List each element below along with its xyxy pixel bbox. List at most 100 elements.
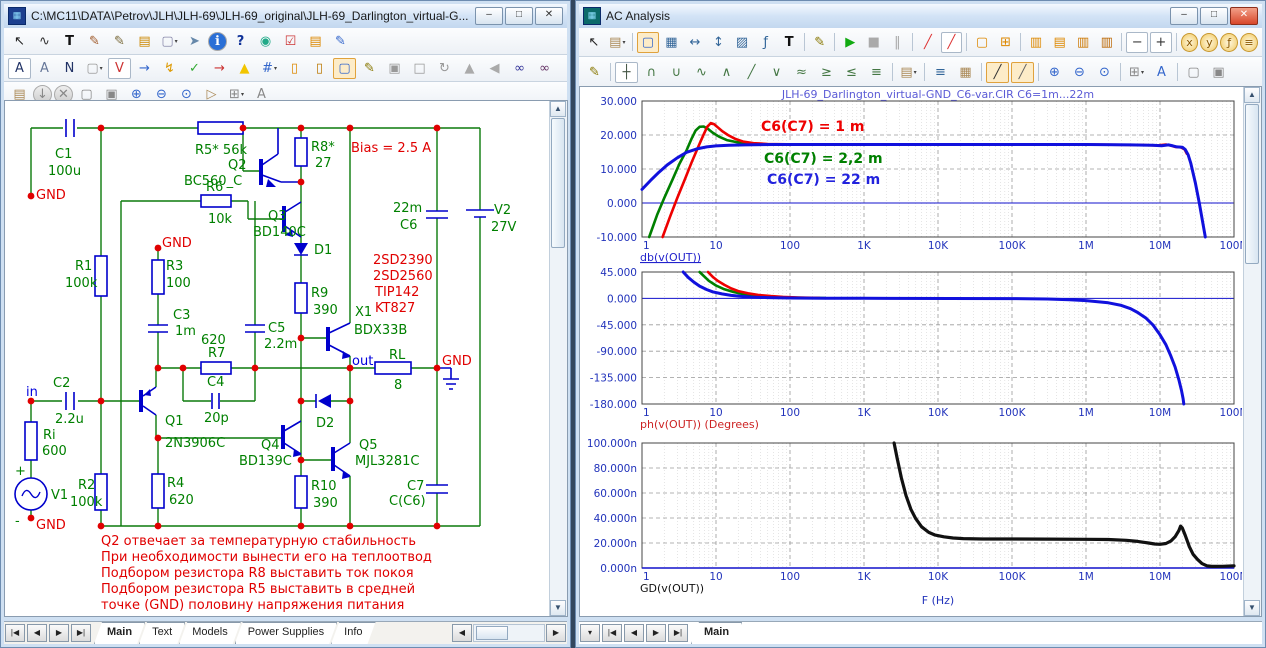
properties-tool-icon[interactable]: ✎ <box>809 32 831 53</box>
page-nav-button[interactable]: ◀ <box>27 624 47 642</box>
cursor-top-icon[interactable]: ≡ <box>865 62 888 83</box>
hscroll-left-icon[interactable]: ◀ <box>452 624 472 642</box>
tab-info[interactable]: Info <box>331 622 375 644</box>
slope-tool-icon[interactable]: ╱ <box>917 32 939 53</box>
node-voltages-icon[interactable]: V <box>108 58 131 79</box>
schematic-hscrollbar[interactable]: ◀ ▶ <box>451 622 567 644</box>
sign-tool-icon[interactable]: ✎ <box>329 31 352 52</box>
go-x-icon[interactable]: x <box>1181 33 1199 52</box>
ac-vscroll-thumb[interactable] <box>1245 104 1259 264</box>
select-region-icon[interactable]: ▢ <box>333 58 356 79</box>
shape-tool-icon[interactable]: ▢▾ <box>158 31 181 52</box>
dropdown-arrow-icon[interactable]: ▾ <box>241 91 244 98</box>
grid-select-icon[interactable]: ⊞▾ <box>1125 62 1148 83</box>
go-fx-icon[interactable]: ƒ <box>1220 33 1238 52</box>
text-tool-icon[interactable]: T <box>778 32 800 53</box>
cursor-low-icon[interactable]: ∨ <box>765 62 788 83</box>
properties-tool-icon[interactable]: ✎ <box>358 58 381 79</box>
box-tool-icon[interactable]: ▣ <box>383 58 406 79</box>
zoom-100-icon[interactable]: ⊙ <box>1093 62 1116 83</box>
page-nav-button[interactable]: ◀ <box>624 624 644 642</box>
numeric-output-icon[interactable]: ≡ <box>929 62 952 83</box>
page-nav-button[interactable]: ▶| <box>668 624 688 642</box>
schematic-vscrollbar[interactable]: ▲ ▼ <box>549 101 567 616</box>
cursor-gmin-icon[interactable]: ≤ <box>840 62 863 83</box>
zoom-region-icon[interactable]: ▢ <box>637 32 659 53</box>
link-tool-icon[interactable]: ◉ <box>254 31 277 52</box>
zoom-out-icon[interactable]: ⊖ <box>1068 62 1091 83</box>
tab-models[interactable]: Models <box>179 622 240 644</box>
run-button-icon[interactable]: ▶ <box>839 32 861 53</box>
bus-tool-icon[interactable]: ▤ <box>133 31 156 52</box>
tab-power-supplies[interactable]: Power Supplies <box>235 622 337 644</box>
plus-mark-icon[interactable]: ▤ <box>1049 32 1071 53</box>
flow-tool-icon[interactable]: ➤ <box>183 31 206 52</box>
flip-v-tool-icon[interactable]: ▲ <box>458 58 481 79</box>
current-tool-icon[interactable]: → <box>133 58 156 79</box>
rows-tool-icon[interactable]: ▤ <box>304 31 327 52</box>
cursor-gmax-icon[interactable]: ≥ <box>815 62 838 83</box>
scroll-up-icon[interactable]: ▲ <box>550 101 566 117</box>
horizontal-line-icon[interactable]: − <box>1126 32 1148 53</box>
dropdown-arrow-icon[interactable]: ▾ <box>914 69 917 76</box>
schematic-titlebar[interactable]: ▦ C:\MC11\DATA\Petrov\JLH\JLH-69\JLH-69_… <box>4 4 567 28</box>
dropdown-arrow-icon[interactable]: ▾ <box>100 65 103 72</box>
fx-scale-icon[interactable]: ƒ <box>755 32 777 53</box>
cursor-cross-icon[interactable]: + <box>1150 32 1172 53</box>
go-y-icon[interactable]: y <box>1200 33 1218 52</box>
scale-x-icon[interactable]: ↔ <box>684 32 706 53</box>
tab-main[interactable]: Main <box>691 622 742 644</box>
ac-minimize-button[interactable]: – <box>1170 7 1198 25</box>
border-tool-icon[interactable]: ▯ <box>283 58 306 79</box>
schematic-canvas[interactable]: C1 100u GND R5* 56k Q2 BC560_C R6 10k Q3… <box>4 100 568 617</box>
paste-page-icon[interactable]: ▣ <box>1207 62 1230 83</box>
ac-vscrollbar[interactable]: ▲ ▼ <box>1243 87 1261 616</box>
ac-titlebar[interactable]: ▦ AC Analysis – □ ✕ <box>579 4 1262 28</box>
cursor-high-icon[interactable]: ∧ <box>715 62 738 83</box>
ac-plot-canvas[interactable]: 30.00020.00010.0000.000-10.0001101001K10… <box>579 86 1262 617</box>
cursor-next-icon[interactable]: ┼ <box>615 62 638 83</box>
title-block-tool-icon[interactable]: ▯ <box>308 58 331 79</box>
hscroll-right-icon[interactable]: ▶ <box>546 624 566 642</box>
grid-tool-icon[interactable]: #▾ <box>258 58 281 79</box>
check-doc-tool-icon[interactable]: ☑ <box>279 31 302 52</box>
hscroll-track[interactable] <box>473 624 545 642</box>
flip-h-tool-icon[interactable]: ◀ <box>483 58 506 79</box>
ac-close-button[interactable]: ✕ <box>1230 7 1258 25</box>
page-nav-button[interactable]: |◀ <box>5 624 25 642</box>
help-tool-icon[interactable]: ? <box>229 31 252 52</box>
attr-text-icon[interactable]: A <box>8 58 31 79</box>
page-nav-button[interactable]: ▶ <box>646 624 666 642</box>
font-tool-icon[interactable]: A <box>1150 62 1173 83</box>
clip-cal-icon[interactable]: ▤▾ <box>897 62 920 83</box>
power-tool-icon[interactable]: ↯ <box>158 58 181 79</box>
page-nav-button[interactable]: ▶| <box>71 624 91 642</box>
node-numbers-icon[interactable]: N <box>58 58 81 79</box>
ac-scroll-down-icon[interactable]: ▼ <box>1244 600 1260 616</box>
tracker-h-icon[interactable]: ▥ <box>1096 32 1118 53</box>
copy-page-icon[interactable]: ▢ <box>1182 62 1205 83</box>
warning-tool-icon[interactable]: ▲ <box>233 58 256 79</box>
cursor-peak-icon[interactable]: ∩ <box>640 62 663 83</box>
info-tool-icon[interactable]: ℹ <box>208 32 227 51</box>
page-nav-button[interactable]: ▾ <box>580 624 600 642</box>
ruler-tool-icon[interactable]: ▥ <box>1025 32 1047 53</box>
scroll-down-icon[interactable]: ▼ <box>550 600 566 616</box>
plot-properties-icon[interactable]: ▦ <box>661 32 683 53</box>
page-nav-button[interactable]: ▶ <box>49 624 69 642</box>
calendar-123-icon[interactable]: ▦ <box>954 62 977 83</box>
close-button[interactable]: ✕ <box>535 7 563 25</box>
select-tool-icon[interactable]: ↖ <box>8 31 31 52</box>
picture-tool-icon[interactable]: ✎ <box>108 31 131 52</box>
slope-a-icon[interactable]: ╱ <box>986 62 1009 83</box>
wire-mode-icon[interactable]: ∿ <box>33 31 56 52</box>
dropdown-arrow-icon[interactable]: ▾ <box>1141 69 1144 76</box>
select-tool-icon[interactable]: ↖ <box>583 32 605 53</box>
find-part-tool-icon[interactable]: ∞ <box>508 58 531 79</box>
zoom-in-icon[interactable]: ⊕ <box>1043 62 1066 83</box>
cursor-inflect-icon[interactable]: ≈ <box>790 62 813 83</box>
condition-tool-icon[interactable]: ✓ <box>183 58 206 79</box>
slope-box-tool-icon[interactable]: ╱ <box>941 32 963 53</box>
token-tool-icon[interactable]: ⊞ <box>995 32 1017 53</box>
copy-tool-icon[interactable]: ▢▾ <box>83 58 106 79</box>
